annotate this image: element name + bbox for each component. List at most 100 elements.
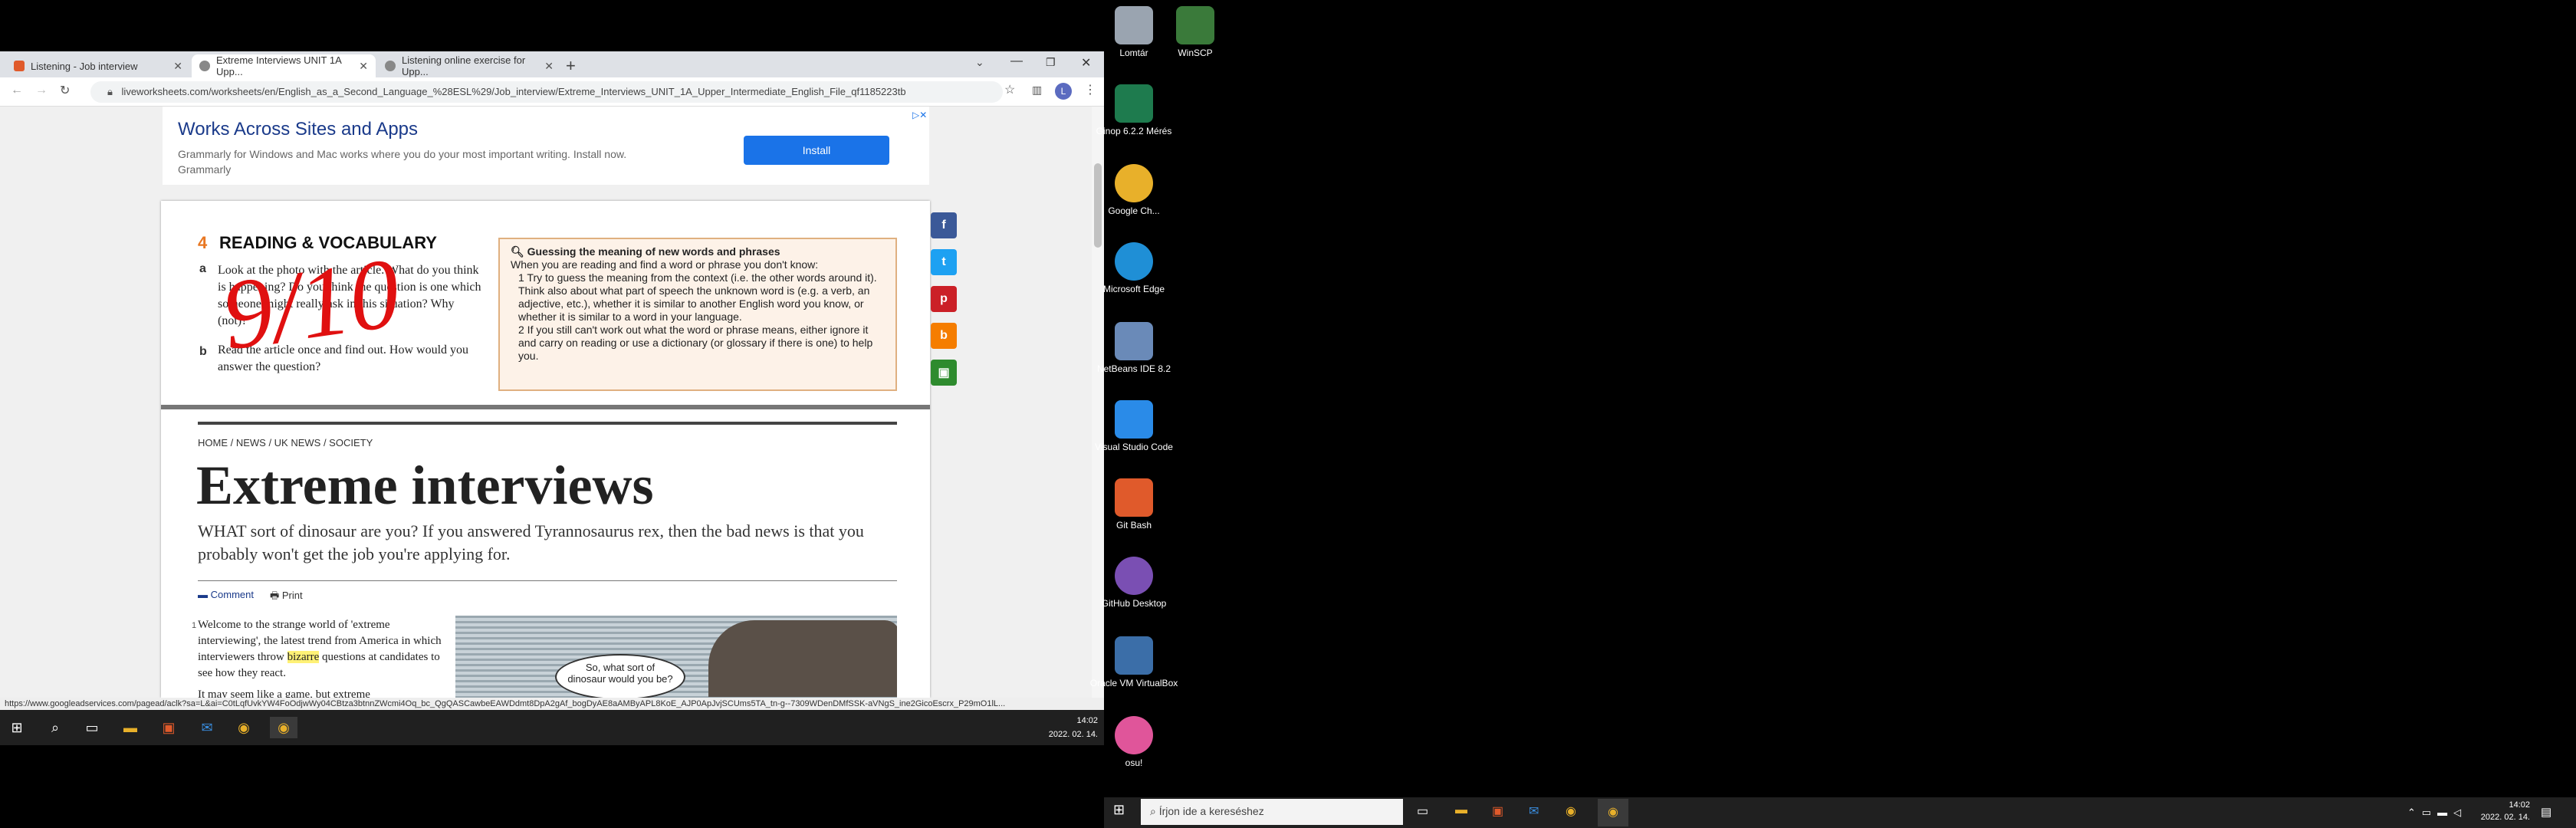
- search-icon: ⌕: [1150, 805, 1159, 817]
- star-icon[interactable]: ☆: [1004, 82, 1015, 97]
- facebook-share-icon[interactable]: f: [931, 212, 957, 238]
- desktop-icon-virtualbox[interactable]: Oracle VM VirtualBox: [1088, 636, 1180, 689]
- github-icon: [1115, 557, 1153, 595]
- paragraph-1: Welcome to the strange world of 'extreme…: [198, 619, 442, 679]
- ad-text: Grammarly for Windows and Mac works wher…: [178, 148, 627, 160]
- dinosaur-head: [708, 620, 897, 697]
- tab-label: Listening - Job interview: [31, 60, 138, 72]
- chrome-icon[interactable]: ◉: [233, 717, 255, 738]
- magnifier-icon: 🔍︎: [511, 245, 527, 258]
- desktop-icon-git-bash[interactable]: Git Bash: [1088, 478, 1180, 531]
- chrome-active-icon[interactable]: ◉: [270, 717, 297, 738]
- install-button[interactable]: Install: [744, 136, 889, 165]
- search-icon[interactable]: ⌕: [44, 717, 66, 738]
- sidepanel-icon[interactable]: ▥: [1032, 84, 1042, 97]
- status-bar-url: https://www.googleadservices.com/pagead/…: [0, 698, 1104, 710]
- file-explorer-icon[interactable]: ▬: [120, 717, 141, 738]
- divider: [161, 405, 930, 409]
- tab-favicon-icon: [14, 61, 25, 71]
- new-tab-button[interactable]: +: [566, 56, 576, 76]
- highlighted-word[interactable]: bizarre: [287, 651, 320, 663]
- printer-icon: 🖶︎: [270, 590, 282, 601]
- clock-time[interactable]: 14:02: [2484, 800, 2530, 810]
- desktop-icon-ginop[interactable]: Ginop 6.2.2 Mérés: [1088, 84, 1180, 137]
- search-input[interactable]: ⌕ Írjon ide a kereséshez: [1141, 799, 1403, 825]
- task-view-icon[interactable]: ▭: [1417, 803, 1428, 819]
- tab-listening-online[interactable]: Listening online exercise for Upp... ✕: [377, 54, 561, 77]
- print-link[interactable]: 🖶︎ Print: [270, 589, 303, 606]
- desktop-icon-github-desktop[interactable]: GitHub Desktop: [1088, 557, 1180, 610]
- task-view-icon[interactable]: ▭: [81, 717, 103, 738]
- desktop-icon-winscp[interactable]: WinSCP: [1149, 6, 1241, 59]
- tab-listening-job-interview[interactable]: Listening - Job interview ✕: [6, 54, 190, 77]
- ad-brand: Grammarly: [178, 163, 232, 176]
- clock-date[interactable]: 2022. 02. 14.: [2466, 813, 2530, 822]
- back-arrow-icon[interactable]: ←: [11, 84, 23, 97]
- tip-title: 🔍︎ Guessing the meaning of new words and…: [511, 245, 780, 258]
- page-viewport: Works Across Sites and Apps Grammarly fo…: [0, 107, 1104, 698]
- mail-icon[interactable]: ✉: [1529, 803, 1539, 819]
- file-explorer-icon[interactable]: ▬: [1455, 803, 1467, 817]
- forward-arrow-icon[interactable]: →: [35, 84, 48, 97]
- tab-label: Listening online exercise for Upp...: [402, 54, 526, 77]
- divider: [198, 580, 897, 581]
- tray-icons[interactable]: ⌃▭▬◁: [2407, 807, 2467, 819]
- tip-intro: When you are reading and find a word or …: [511, 258, 819, 271]
- chrome-active-icon[interactable]: ◉: [1598, 799, 1628, 826]
- close-icon[interactable]: ✕: [359, 60, 368, 73]
- tab-strip: Listening - Job interview ✕ Extreme Inte…: [0, 51, 1104, 77]
- mail-icon[interactable]: ✉: [196, 717, 218, 738]
- globe-icon: [385, 61, 396, 71]
- notification-icon[interactable]: ▤: [2541, 805, 2551, 819]
- ginop-icon: [1115, 84, 1153, 123]
- section-number: 4: [198, 233, 208, 252]
- adchoices-icon[interactable]: ▷✕: [912, 110, 927, 120]
- speech-bubble: So, what sort of dinosaur would you be?: [555, 654, 685, 698]
- close-icon[interactable]: ✕: [173, 60, 182, 73]
- tab-extreme-interviews[interactable]: Extreme Interviews UNIT 1A Upp... ✕: [192, 54, 376, 77]
- blogger-share-icon[interactable]: b: [931, 323, 957, 349]
- edge-icon: [1115, 242, 1153, 281]
- desktop-icon-edge[interactable]: Microsoft Edge: [1088, 242, 1180, 295]
- url-text: liveworksheets.com/worksheets/en/English…: [121, 86, 906, 97]
- comment-link[interactable]: ▬ Comment: [198, 589, 254, 600]
- desktop-icon-chrome[interactable]: Google Ch...: [1088, 164, 1180, 217]
- chrome-icon: [1115, 164, 1153, 202]
- windows-start-icon[interactable]: ⊞: [6, 717, 28, 738]
- tip-box: 🔍︎ Guessing the meaning of new words and…: [498, 238, 897, 391]
- classroom-share-icon[interactable]: ▣: [931, 360, 957, 386]
- reload-icon[interactable]: ↻: [60, 83, 70, 98]
- twitter-share-icon[interactable]: t: [931, 249, 957, 275]
- desktop-icon-vscode[interactable]: Visual Studio Code: [1088, 400, 1180, 453]
- minimize-button[interactable]: —: [1010, 54, 1023, 68]
- address-bar[interactable]: 🔒︎ liveworksheets.com/worksheets/en/Engl…: [90, 81, 1003, 103]
- desktop-icon-osu[interactable]: osu!: [1088, 716, 1180, 769]
- divider: [198, 422, 897, 425]
- vscode-icon: [1115, 400, 1153, 439]
- tip-item-1: 1 Try to guess the meaning from the cont…: [518, 271, 877, 323]
- desktop-icon-netbeans[interactable]: NetBeans IDE 8.2: [1088, 322, 1180, 375]
- close-icon[interactable]: ✕: [544, 60, 554, 73]
- globe-icon: [199, 61, 210, 71]
- handwritten-score: 9/10: [215, 237, 407, 372]
- avatar[interactable]: L: [1055, 83, 1072, 100]
- windows-start-icon[interactable]: ⊞: [1113, 802, 1125, 818]
- article-title: Extreme interviews: [196, 455, 654, 516]
- recycle-bin-icon: [1115, 6, 1153, 44]
- dinosaur-photo: So, what sort of dinosaur would you be?: [455, 616, 897, 698]
- comment-icon: ▬: [198, 589, 211, 600]
- osu-icon: [1115, 716, 1153, 754]
- git-bash-icon: [1115, 478, 1153, 517]
- restore-button[interactable]: ❐: [1046, 56, 1056, 69]
- paragraph-2: It may seem like a game, but extreme: [198, 688, 370, 698]
- store-icon[interactable]: ▣: [158, 717, 179, 738]
- virtualbox-icon: [1115, 636, 1153, 675]
- chrome-icon[interactable]: ◉: [1566, 803, 1576, 819]
- store-icon[interactable]: ▣: [1492, 803, 1503, 819]
- chevron-down-icon[interactable]: ⌄: [975, 56, 984, 69]
- breadcrumb: HOME / NEWS / UK NEWS / SOCIETY: [198, 437, 373, 449]
- worksheet: 4 READING & VOCABULARY a Look at the pho…: [161, 201, 930, 698]
- article-lead: WHAT sort of dinosaur are you? If you an…: [198, 521, 864, 564]
- pinterest-share-icon[interactable]: p: [931, 286, 957, 312]
- ad-banner[interactable]: Works Across Sites and Apps Grammarly fo…: [163, 107, 929, 185]
